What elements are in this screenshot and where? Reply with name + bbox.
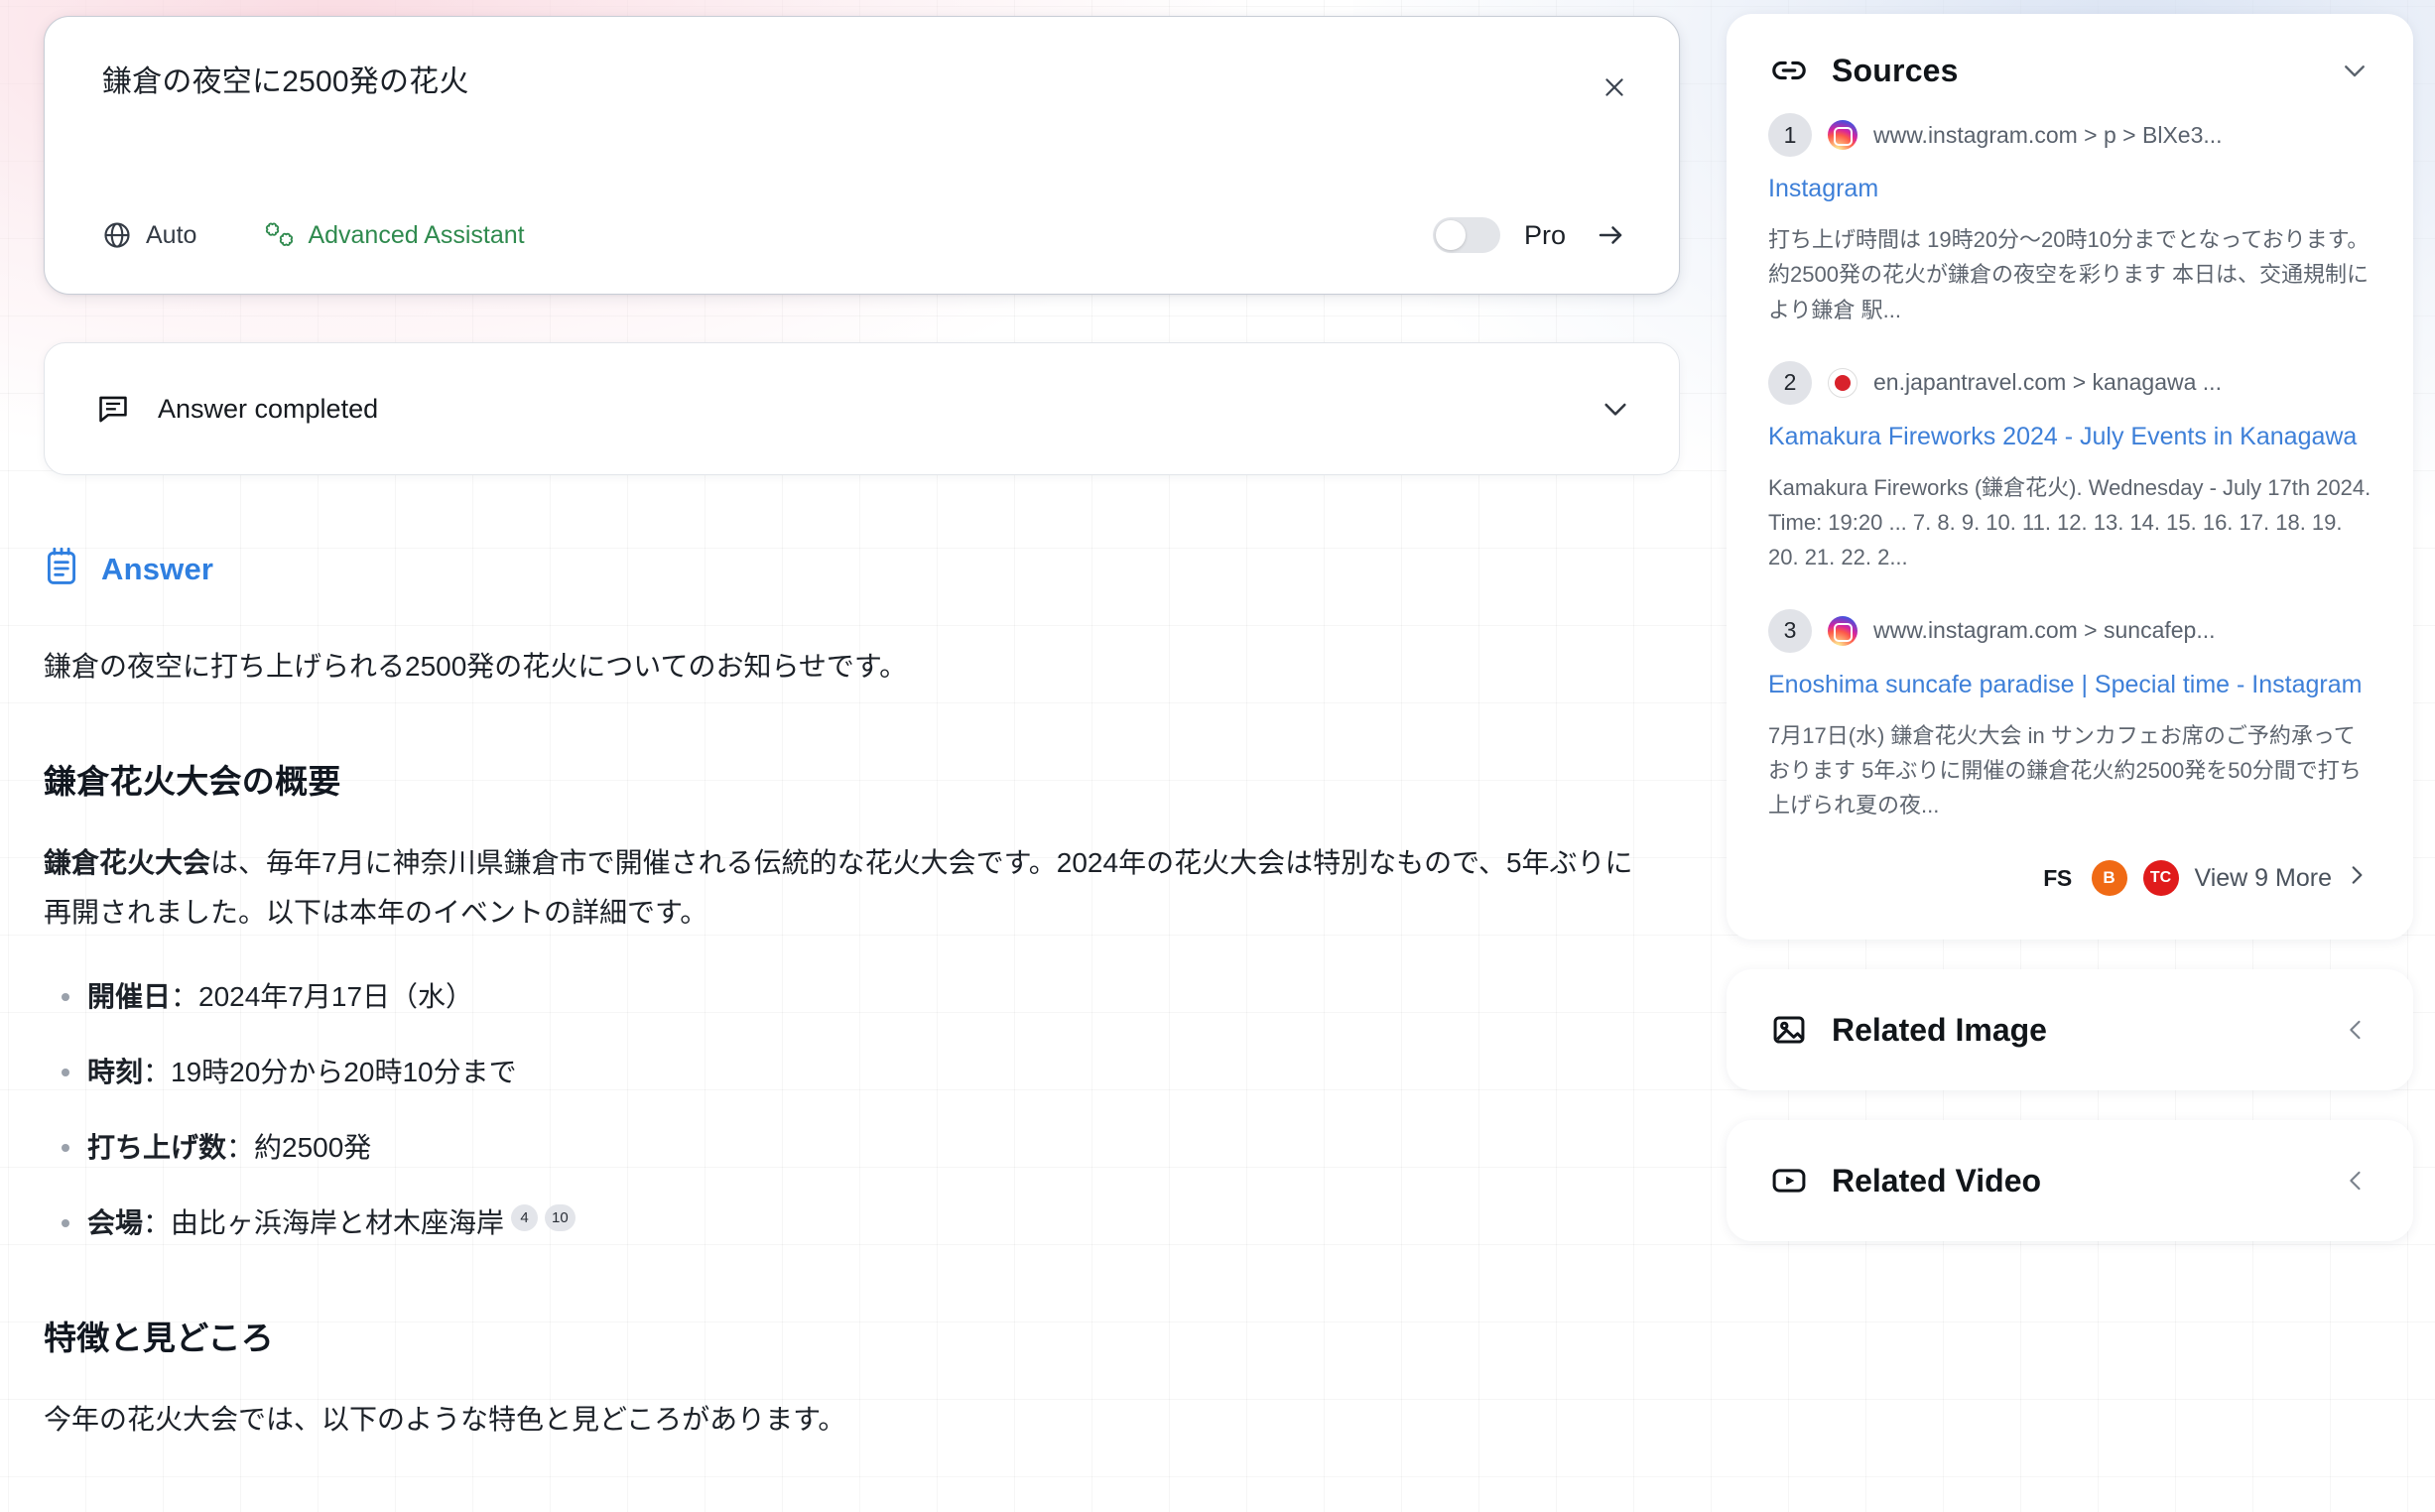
list-item: 時刻：19時20分から20時10分まで bbox=[44, 1052, 1727, 1093]
citation-badge[interactable]: 10 bbox=[545, 1203, 576, 1231]
source-url: www.instagram.com > suncafep... bbox=[1873, 617, 2216, 644]
bullet-value: ：19時20分から20時10分まで bbox=[143, 1056, 517, 1087]
related-image-panel: Related Image bbox=[1727, 969, 2413, 1091]
section-title-overview: 鎌倉花火大会の概要 bbox=[44, 763, 341, 801]
paragraph-bold-lead: 鎌倉花火大会 bbox=[44, 847, 211, 879]
answer-heading: Answer bbox=[44, 547, 1727, 591]
related-image-header[interactable]: Related Image bbox=[1727, 969, 2413, 1090]
bullet-value: ：由比ヶ浜海岸と材木座海岸 bbox=[143, 1206, 505, 1238]
source-url: en.japantravel.com > kanagawa ... bbox=[1873, 369, 2222, 396]
bullet-label: 打ち上げ数 bbox=[87, 1131, 227, 1163]
source-url-row[interactable]: 3 www.instagram.com > suncafep... bbox=[1768, 608, 2371, 653]
source-snippet: 打ち上げ時間は 19時20分〜20時10分までとなっております。 約2500発の… bbox=[1768, 227, 2370, 322]
japantravel-favicon-icon bbox=[1828, 367, 1858, 398]
chevron-left-icon[interactable] bbox=[2342, 1167, 2370, 1195]
answer-status-card[interactable]: Answer completed bbox=[44, 342, 1680, 475]
source-title-link[interactable]: Instagram bbox=[1768, 171, 2371, 206]
chevron-left-icon[interactable] bbox=[2342, 1016, 2370, 1044]
sources-list: 1 www.instagram.com > p > BlXe3... Insta… bbox=[1727, 99, 2413, 822]
sources-footer: FS B TC View 9 More bbox=[1727, 856, 2413, 940]
advanced-assistant-button[interactable]: Advanced Assistant bbox=[262, 220, 525, 250]
list-item: 開催日：2024年7月17日（水） bbox=[44, 976, 1727, 1018]
notepad-icon bbox=[44, 547, 79, 591]
fs-icon: FS bbox=[2043, 864, 2072, 891]
prompt-toolbar: Auto Advanced Assistant Pro bbox=[102, 214, 1631, 256]
instagram-favicon-icon bbox=[1828, 120, 1858, 150]
source-url: www.instagram.com > p > BlXe3... bbox=[1873, 121, 2223, 148]
chevron-down-icon[interactable] bbox=[1600, 393, 1631, 425]
source-item: 1 www.instagram.com > p > BlXe3... Insta… bbox=[1768, 113, 2371, 327]
list-item: 打ち上げ数：約2500発 bbox=[44, 1127, 1727, 1169]
section-paragraph-highlights: 今年の花火大会では、以下のような特色と見どころがあります。 bbox=[44, 1403, 846, 1435]
instagram-favicon-icon bbox=[1828, 615, 1858, 646]
prompt-query-text[interactable]: 鎌倉の夜空に2500発の花火 bbox=[102, 63, 1623, 103]
sources-panel: Sources 1 www.instagram.com > p > BlXe3.… bbox=[1727, 14, 2413, 941]
chevron-right-icon bbox=[2344, 862, 2370, 895]
mode-label: Auto bbox=[146, 220, 197, 249]
sources-title: Sources bbox=[1832, 52, 1959, 88]
source-snippet: 7月17日(水) 鎌倉花火大会 in サンカフェお席のご予約承っております 5年… bbox=[1768, 722, 2362, 819]
prompt-toolbar-right: Pro bbox=[1432, 214, 1631, 256]
close-icon[interactable] bbox=[1594, 66, 1635, 108]
answer-heading-label: Answer bbox=[101, 551, 214, 586]
mode-selector-auto[interactable]: Auto bbox=[102, 220, 196, 250]
video-play-icon bbox=[1770, 1162, 1808, 1199]
bullet-value: ：2024年7月17日（水） bbox=[171, 980, 474, 1012]
source-title-link[interactable]: Enoshima suncafe paradise | Special time… bbox=[1768, 667, 2371, 702]
related-video-title: Related Video bbox=[1832, 1162, 2042, 1198]
related-video-panel: Related Video bbox=[1727, 1120, 2413, 1242]
source-index: 2 bbox=[1768, 360, 1812, 405]
link-icon bbox=[1770, 52, 1808, 89]
paragraph-rest: は、毎年7月に神奈川県鎌倉市で開催される伝統的な花火大会です。2024年の花火大… bbox=[44, 847, 1633, 928]
chevron-down-icon[interactable] bbox=[2340, 56, 2370, 85]
bullet-label: 開催日 bbox=[87, 980, 172, 1012]
related-image-title: Related Image bbox=[1832, 1011, 2047, 1048]
prompt-card[interactable]: 鎌倉の夜空に2500発の花火 Auto Advanced Assistant P… bbox=[44, 16, 1680, 295]
source-url-row[interactable]: 1 www.instagram.com > p > BlXe3... bbox=[1768, 113, 2371, 157]
source-item: 3 www.instagram.com > suncafep... Enoshi… bbox=[1768, 608, 2371, 823]
event-details-list: 開催日：2024年7月17日（水） 時刻：19時20分から20時10分まで 打ち… bbox=[44, 976, 1727, 1244]
send-icon[interactable] bbox=[1590, 214, 1631, 256]
source-title-link[interactable]: Kamakura Fireworks 2024 - July Events in… bbox=[1768, 419, 2371, 454]
related-video-header[interactable]: Related Video bbox=[1727, 1120, 2413, 1241]
view-more-label: View 9 More bbox=[2194, 863, 2333, 892]
bullet-value: ：約2500発 bbox=[226, 1131, 372, 1163]
answer-status-label: Answer completed bbox=[158, 393, 379, 424]
answer-intro-text: 鎌倉の夜空に打ち上げられる2500発の花火についてのお知らせです。 bbox=[44, 651, 908, 682]
source-item: 2 en.japantravel.com > kanagawa ... Kama… bbox=[1768, 360, 2371, 575]
source-index: 3 bbox=[1768, 608, 1812, 653]
sidebar-column: Sources 1 www.instagram.com > p > BlXe3.… bbox=[1727, 0, 2435, 1242]
source-index: 1 bbox=[1768, 113, 1812, 157]
image-icon bbox=[1770, 1011, 1808, 1049]
sources-panel-header[interactable]: Sources bbox=[1727, 14, 2413, 99]
list-item: 会場：由比ヶ浜海岸と材木座海岸 4 10 bbox=[44, 1202, 1727, 1244]
advanced-assistant-label: Advanced Assistant bbox=[308, 220, 525, 249]
pro-toggle-knob bbox=[1435, 220, 1466, 250]
source-url-row[interactable]: 2 en.japantravel.com > kanagawa ... bbox=[1768, 360, 2371, 405]
bullet-label: 会場 bbox=[87, 1206, 144, 1238]
blogger-icon: B bbox=[2091, 860, 2127, 897]
section-title-highlights: 特徴と見どころ bbox=[44, 1319, 275, 1356]
view-more-button[interactable]: View 9 More bbox=[2195, 862, 2371, 895]
pro-toggle[interactable] bbox=[1432, 217, 1500, 253]
puzzle-icon bbox=[262, 220, 294, 250]
app-root: 鎌倉の夜空に2500発の花火 Auto Advanced Assistant P… bbox=[0, 0, 2435, 1512]
main-content-column: 鎌倉の夜空に2500発の花火 Auto Advanced Assistant P… bbox=[0, 0, 1727, 1444]
source-snippet: Kamakura Fireworks (鎌倉花火). Wednesday - J… bbox=[1768, 475, 2371, 570]
bullet-label: 時刻 bbox=[87, 1056, 144, 1087]
section-paragraph-overview: 鎌倉花火大会は、毎年7月に神奈川県鎌倉市で開催される伝統的な花火大会です。202… bbox=[44, 838, 1651, 937]
tc-icon: TC bbox=[2142, 860, 2179, 897]
citation-badge[interactable]: 4 bbox=[511, 1203, 539, 1231]
citation-group: 4 10 bbox=[511, 1203, 576, 1231]
chat-bubble-icon bbox=[96, 392, 130, 426]
globe-icon bbox=[102, 220, 132, 250]
pro-label: Pro bbox=[1523, 219, 1566, 250]
